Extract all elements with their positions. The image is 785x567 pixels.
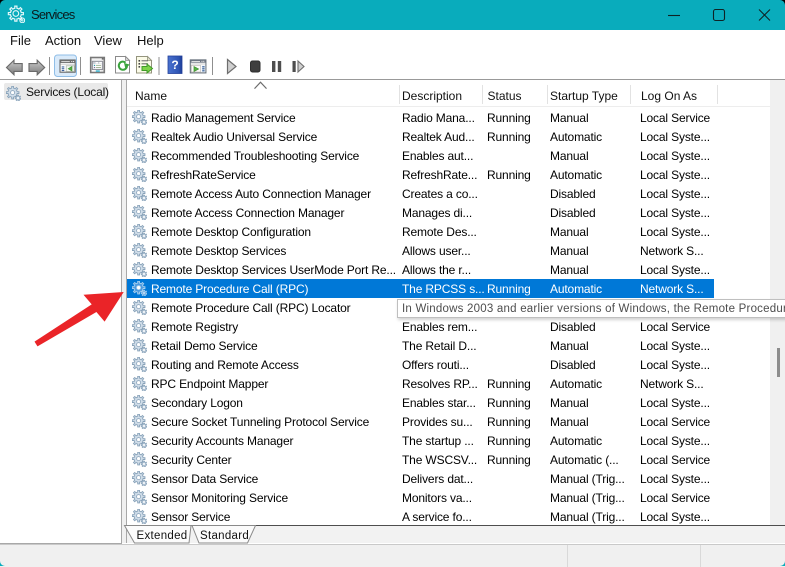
svg-text:Standard: Standard	[200, 530, 249, 542]
svg-text:?: ?	[171, 58, 178, 72]
svg-text:Extended: Extended	[137, 530, 188, 542]
